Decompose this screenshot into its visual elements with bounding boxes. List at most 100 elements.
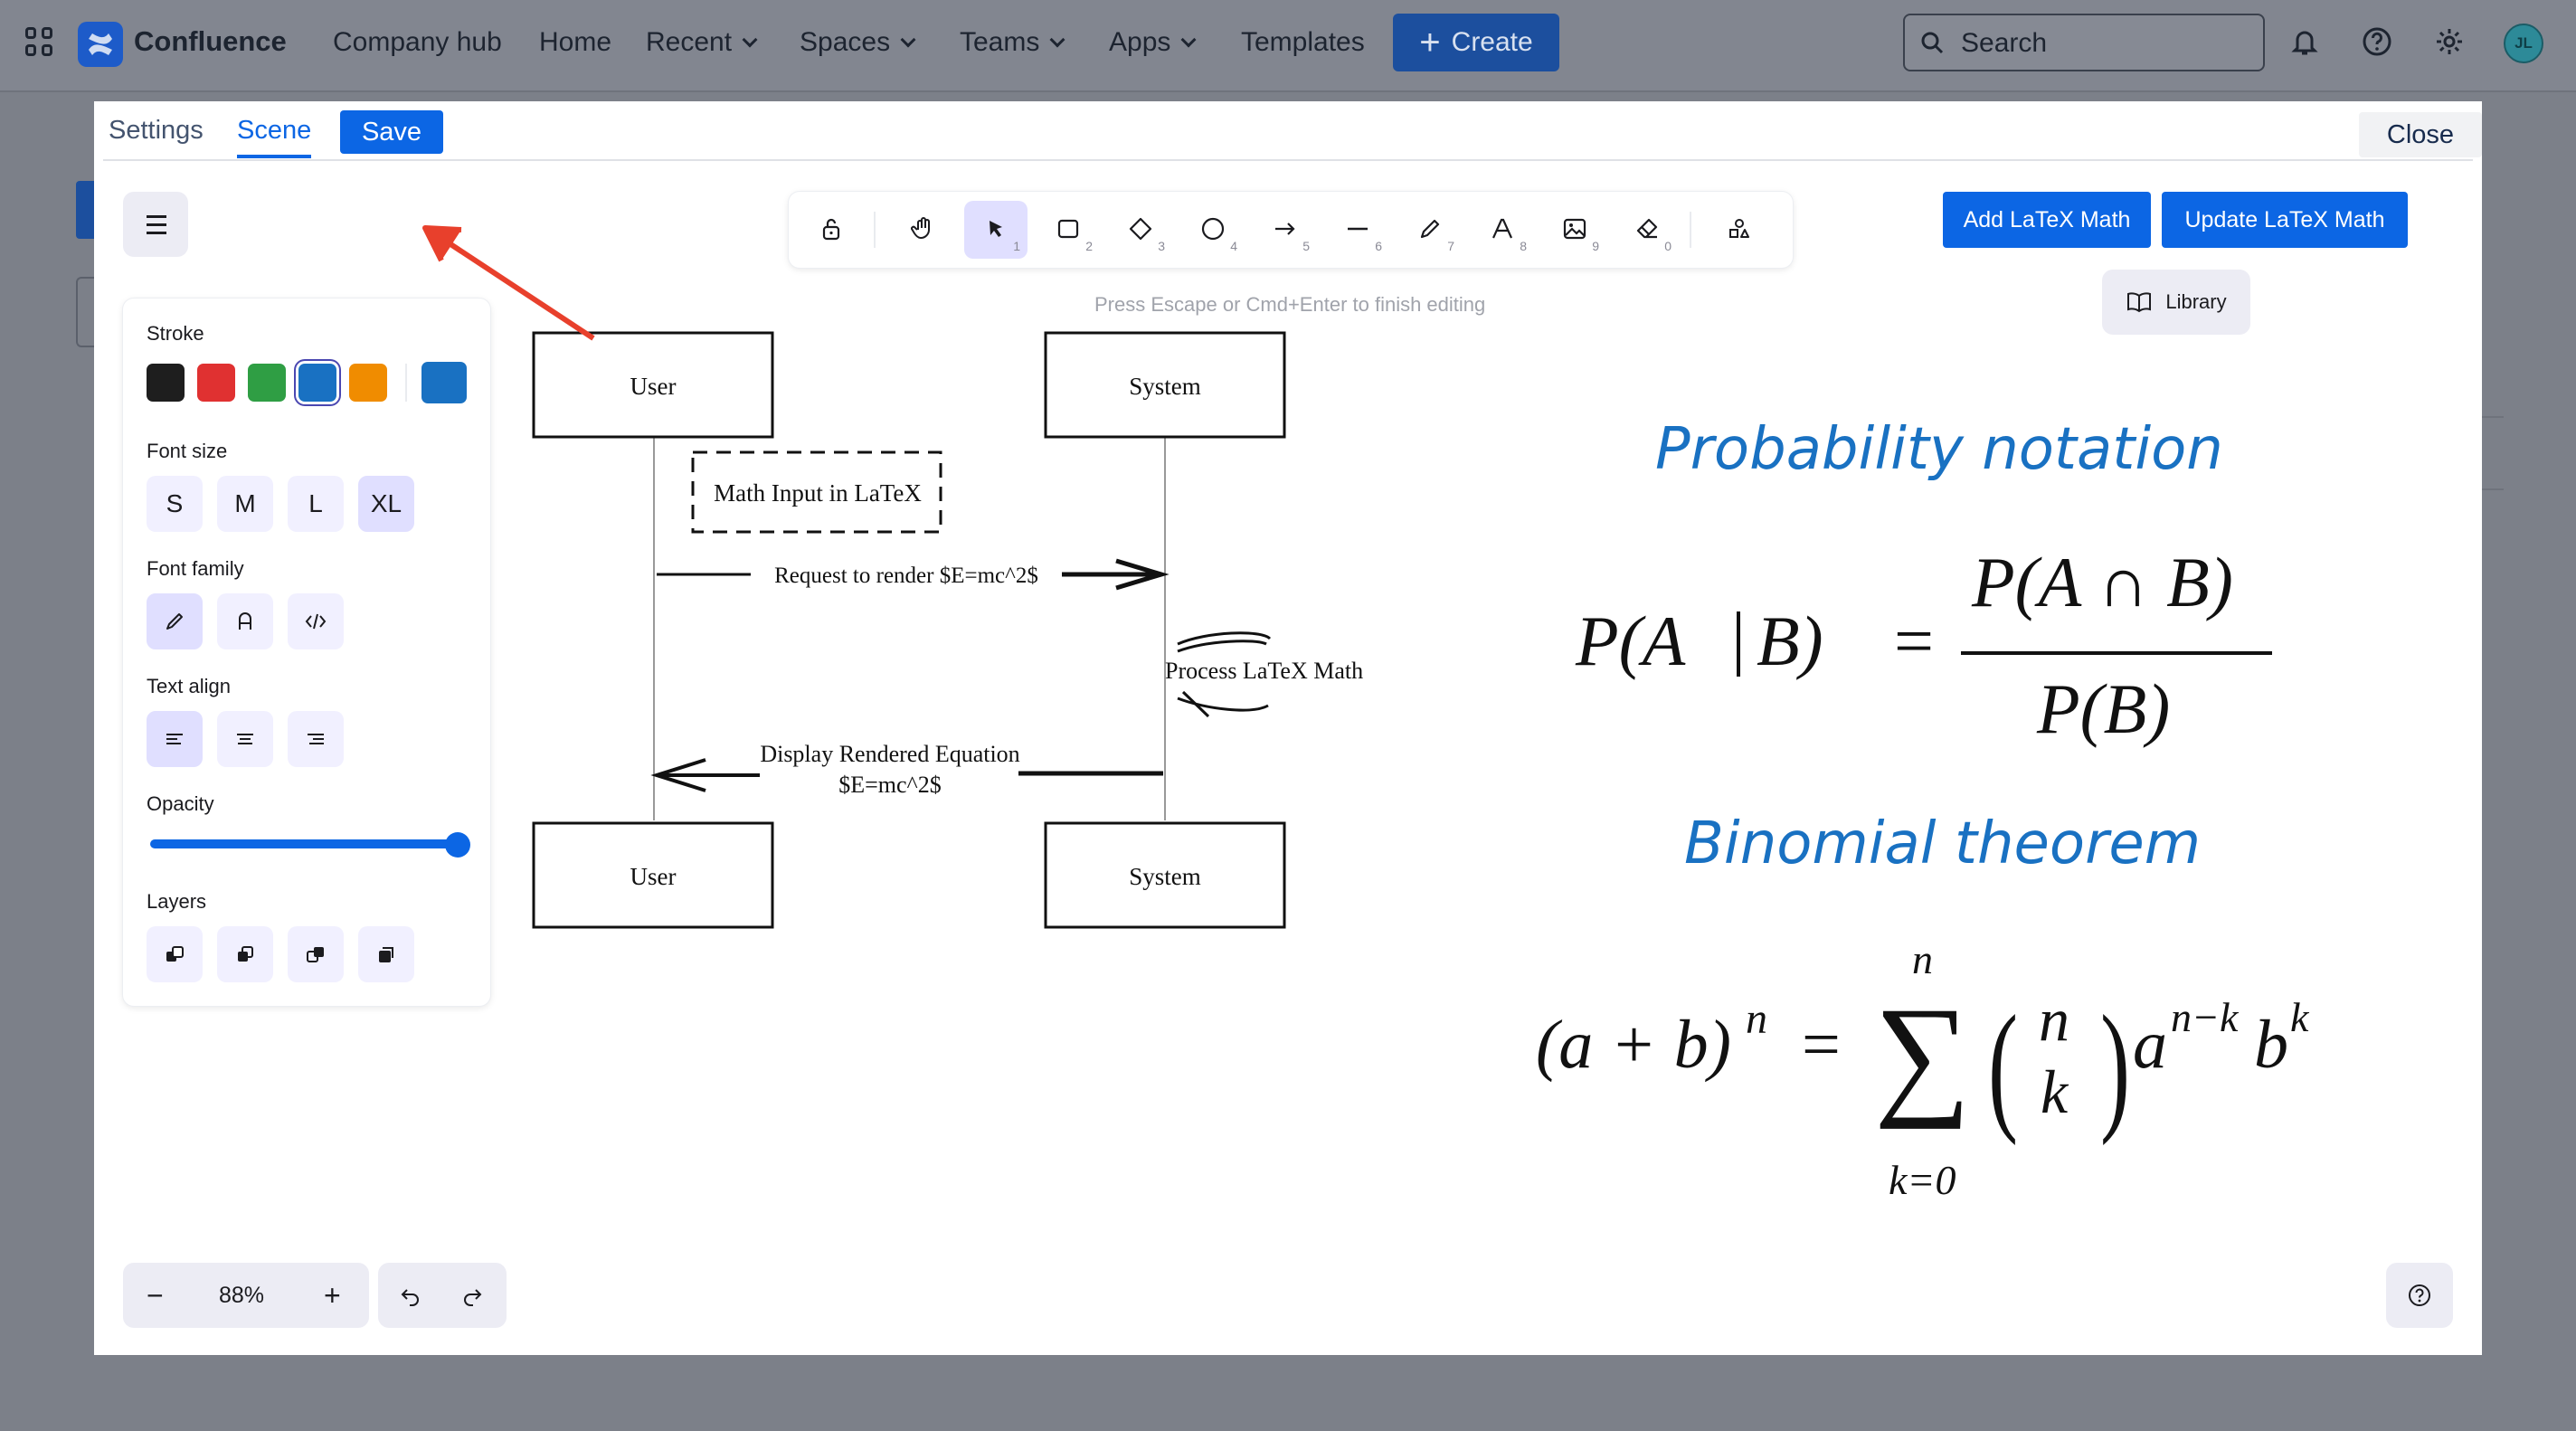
shortcut-key: 2 [1085,239,1093,253]
canvas-help-button[interactable] [2386,1263,2453,1328]
nav-spaces[interactable]: Spaces [800,27,916,58]
confluence-logo-icon[interactable] [78,22,123,67]
text-icon [1492,218,1513,239]
align-left-icon [166,734,183,744]
svg-text:B): B) [1757,602,1823,680]
line-tool[interactable]: 6 [1326,201,1389,259]
draw-tool[interactable]: 7 [1398,201,1462,259]
bring-forward-button[interactable] [288,926,344,982]
save-button[interactable]: Save [340,110,443,154]
tab-settings[interactable]: Settings [109,116,204,146]
stroke-color-blue[interactable] [298,364,336,402]
send-to-back-button[interactable] [147,926,203,982]
stroke-color-red[interactable] [197,364,235,402]
font-size-m[interactable]: M [217,476,273,532]
align-center-icon [237,734,253,744]
shapes-icon [1729,219,1749,238]
pencil-icon [1420,219,1440,239]
app-switcher-icon[interactable] [25,27,54,56]
library-button[interactable]: Library [2102,270,2250,335]
create-label: Create [1451,27,1533,57]
help-icon[interactable] [2359,24,2395,60]
hand-tool[interactable] [892,201,955,259]
zoom-controls: − 88% + [123,1263,369,1328]
diagram-editor-modal: Settings Scene Save Close User System Ma… [94,101,2482,1355]
svg-text:n: n [1912,936,1933,982]
nav-recent[interactable]: Recent [646,27,758,58]
nav-home[interactable]: Home [539,27,611,58]
update-latex-math-button[interactable]: Update LaTeX Math [2162,192,2408,248]
svg-text:k: k [2290,994,2310,1040]
redo-icon[interactable] [459,1283,485,1308]
plus-icon: + [1419,23,1441,62]
probability-formula-image[interactable]: P(A B) = P(A ∩ B) P(B) [1575,543,2272,748]
arrow-tool[interactable]: 5 [1254,201,1317,259]
notifications-bell-icon[interactable] [2287,24,2323,60]
font-size-l[interactable]: L [288,476,344,532]
layers-label: Layers [147,890,207,913]
lock-tool[interactable] [800,201,863,259]
svg-text:a: a [2133,1007,2167,1083]
more-shapes-tool[interactable] [1708,201,1771,259]
font-family-code[interactable] [288,593,344,649]
nav-teams[interactable]: Teams [960,27,1065,58]
send-backward-button[interactable] [217,926,273,982]
text-align-center[interactable] [217,711,273,767]
binomial-title[interactable]: Binomial theorem [1684,810,2201,877]
add-latex-math-button[interactable]: Add LaTeX Math [1943,192,2151,248]
svg-text:(a + b): (a + b) [1536,1007,1731,1083]
nav-apps-label: Apps [1109,27,1171,57]
binomial-formula-image[interactable]: (a + b) n = ∑ n k=0 ( n k ) a n−k b k [1536,936,2310,1203]
editing-hint: Press Escape or Cmd+Enter to finish edit… [1094,293,1486,316]
brand-name[interactable]: Confluence [134,25,287,58]
font-family-normal[interactable] [217,593,273,649]
font-family-hand-drawn[interactable] [147,593,203,649]
text-align-left[interactable] [147,711,203,767]
nav-apps[interactable]: Apps [1109,27,1197,58]
create-button[interactable]: + Create [1393,14,1559,71]
rectangle-tool[interactable]: 2 [1037,201,1100,259]
background-button-fragment [76,181,96,239]
image-tool[interactable]: 9 [1543,201,1606,259]
nav-company-hub[interactable]: Company hub [333,27,502,58]
nav-templates[interactable]: Templates [1241,27,1365,58]
ellipse-tool[interactable]: 4 [1181,201,1245,259]
zoom-in-button[interactable]: + [324,1279,341,1313]
font-size-xl[interactable]: XL [358,476,414,532]
probability-title[interactable]: Probability notation [1655,416,2223,483]
bring-to-front-button[interactable] [358,926,414,982]
unlock-icon [822,218,840,241]
opacity-slider-track[interactable] [150,839,458,848]
opacity-slider-thumb[interactable] [445,832,470,858]
pencil-icon [166,613,183,630]
top-navigation: Confluence Company hub Home Recent Space… [0,0,2576,92]
ellipse-icon [1201,217,1225,241]
svg-text:∑: ∑ [1874,980,1971,1130]
zoom-out-button[interactable]: − [147,1279,164,1313]
shortcut-key: 5 [1302,239,1310,253]
avatar[interactable]: JL [2504,24,2543,63]
current-stroke-color[interactable] [421,362,467,403]
request-label: Request to render $E=mc^2$ [774,564,1038,588]
search-input[interactable]: Search [1903,14,2265,71]
text-align-right[interactable] [288,711,344,767]
stroke-color-green[interactable] [248,364,286,402]
zoom-level[interactable]: 88% [219,1283,264,1309]
settings-gear-icon[interactable] [2431,24,2467,60]
stroke-color-black[interactable] [147,364,185,402]
font-size-s[interactable]: S [147,476,203,532]
drawing-canvas[interactable]: User System Math Input in LaTeX Request … [94,163,2482,1355]
chevron-down-icon [1180,32,1197,48]
main-menu-button[interactable] [123,192,188,257]
text-align-label: Text align [147,675,231,697]
text-tool[interactable]: 8 [1471,201,1534,259]
undo-icon[interactable] [398,1283,423,1308]
selection-tool[interactable]: 1 [964,201,1028,259]
stroke-color-orange[interactable] [349,364,387,402]
eraser-icon [1636,218,1658,239]
svg-text:=: = [1894,602,1934,680]
close-button[interactable]: Close [2359,112,2482,157]
eraser-tool[interactable]: 0 [1615,201,1679,259]
diamond-tool[interactable]: 3 [1109,201,1172,259]
tab-scene[interactable]: Scene [237,116,312,158]
